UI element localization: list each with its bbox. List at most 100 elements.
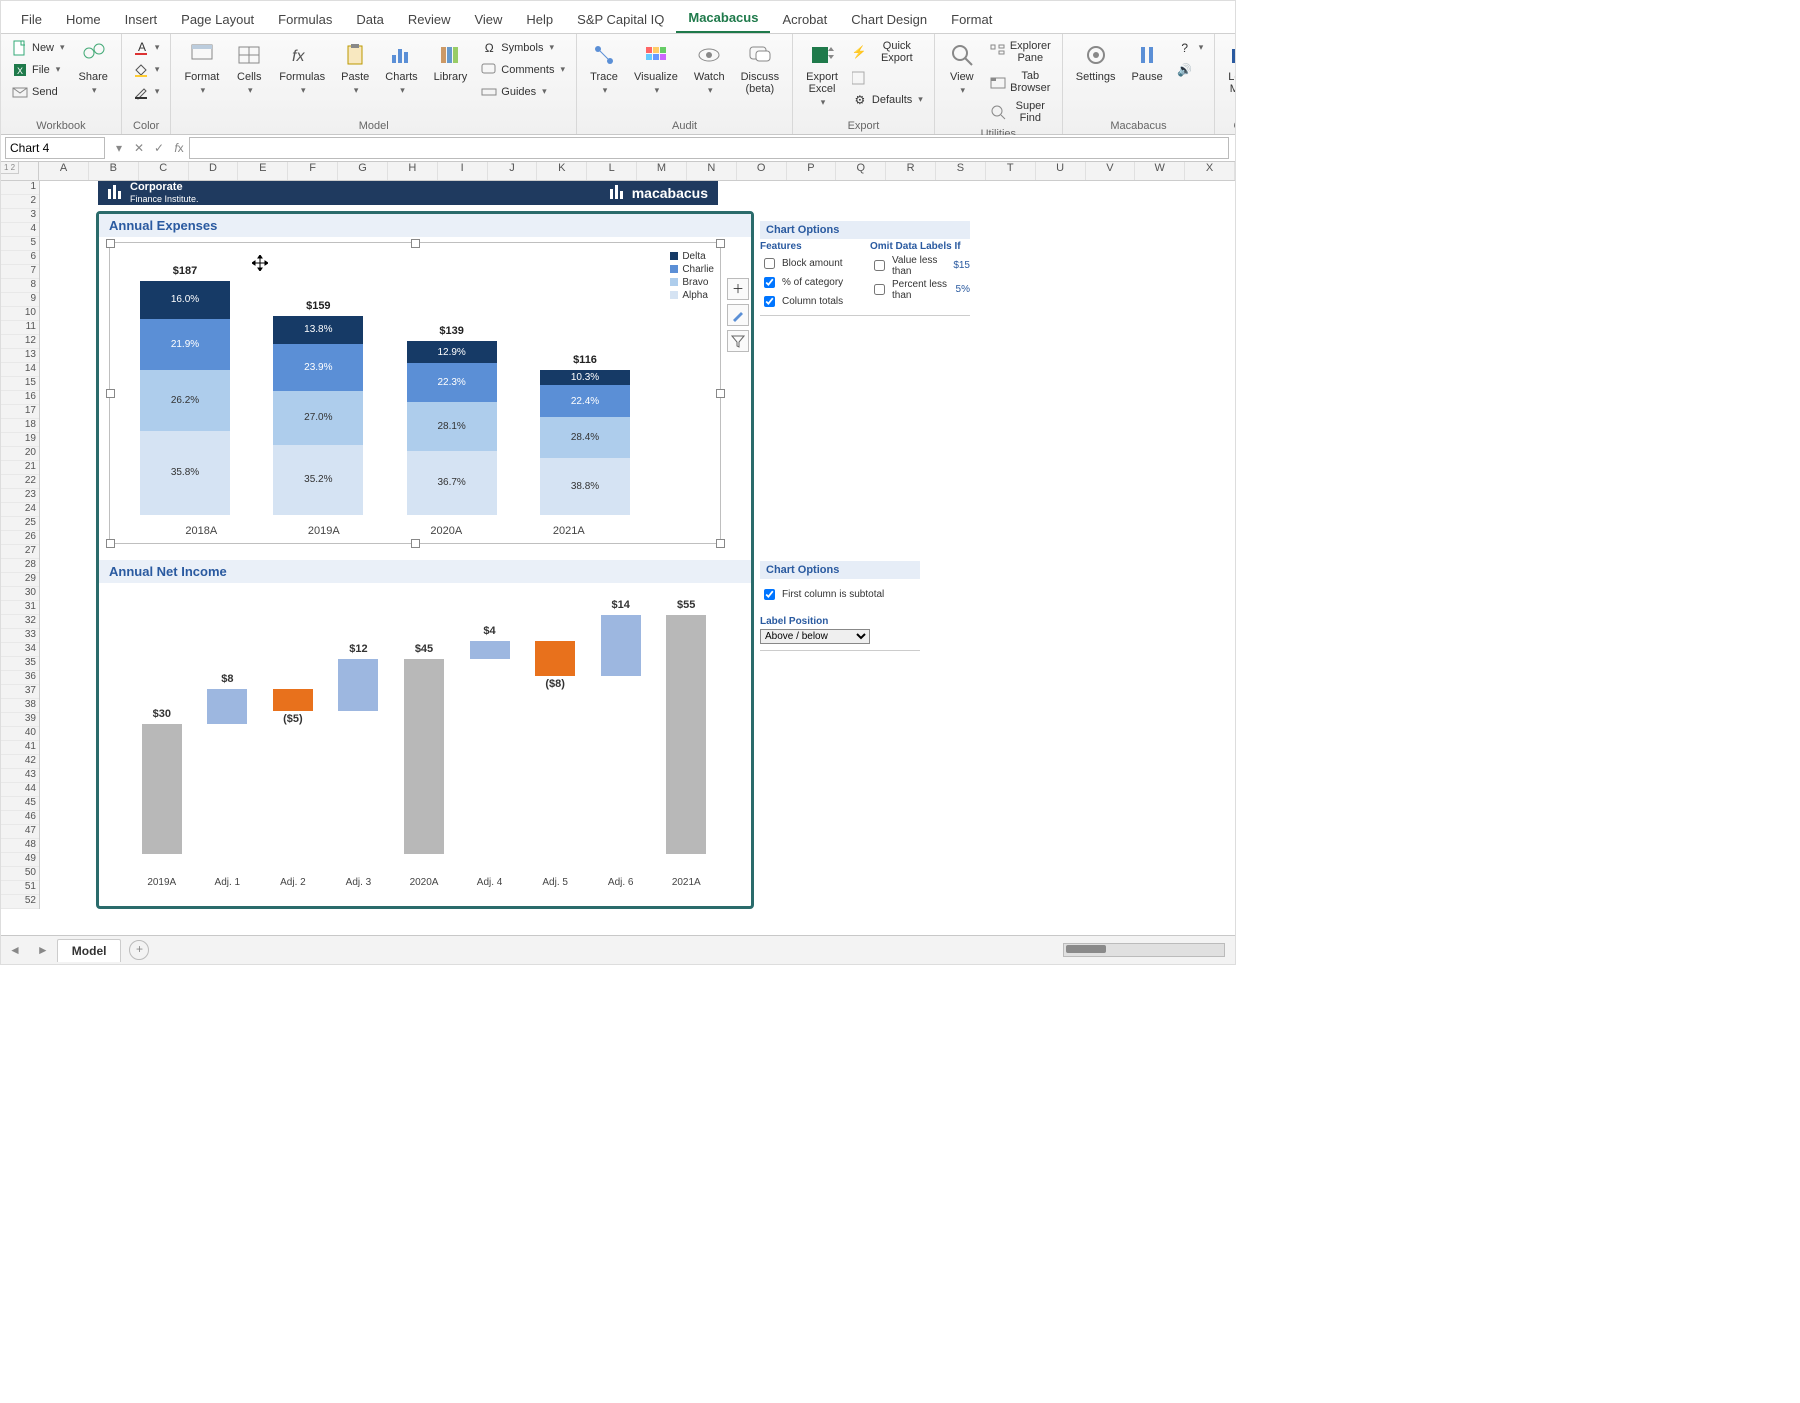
library-button[interactable]: Library xyxy=(429,38,473,86)
row-header[interactable]: 11 xyxy=(1,321,39,335)
column-headers[interactable]: ABCDEFGHIJKLMNOPQRSTUVWX xyxy=(1,162,1235,181)
col-header[interactable]: L xyxy=(587,162,637,180)
row-header[interactable]: 42 xyxy=(1,755,39,769)
row-header[interactable]: 2 xyxy=(1,195,39,209)
sheet-tab-model[interactable]: Model xyxy=(57,939,122,962)
row-header[interactable]: 45 xyxy=(1,797,39,811)
selection-handle[interactable] xyxy=(716,539,725,548)
selection-handle[interactable] xyxy=(106,539,115,548)
fill-color-button[interactable]: ▾ xyxy=(130,60,163,80)
col-header[interactable]: S xyxy=(936,162,986,180)
selection-handle[interactable] xyxy=(411,539,420,548)
row-header[interactable]: 52 xyxy=(1,895,39,909)
row-header[interactable]: 51 xyxy=(1,881,39,895)
col-header[interactable]: F xyxy=(288,162,338,180)
row-header[interactable]: 19 xyxy=(1,433,39,447)
row-header[interactable]: 38 xyxy=(1,699,39,713)
row-header[interactable]: 33 xyxy=(1,629,39,643)
row-header[interactable]: 16 xyxy=(1,391,39,405)
menu-formulas[interactable]: Formulas xyxy=(266,6,344,33)
row-header[interactable]: 23 xyxy=(1,489,39,503)
row-header[interactable]: 21 xyxy=(1,461,39,475)
row-headers[interactable]: 1234567891011121314151617181920212223242… xyxy=(1,181,40,909)
chart-filter-button[interactable] xyxy=(727,330,749,352)
menu-macabacus[interactable]: Macabacus xyxy=(676,4,770,33)
paste-button[interactable]: Paste▾ xyxy=(336,38,374,99)
super-find-button[interactable]: Super Find xyxy=(987,98,1054,126)
row-header[interactable]: 4 xyxy=(1,223,39,237)
sheet-canvas[interactable]: CorporateFinance Institute. macabacus An… xyxy=(40,181,1235,909)
menu-acrobat[interactable]: Acrobat xyxy=(770,6,839,33)
opt-value-less[interactable]: Value less than$15 xyxy=(870,254,970,278)
guides-button[interactable]: Guides▾ xyxy=(478,82,568,102)
row-header[interactable]: 3 xyxy=(1,209,39,223)
row-header[interactable]: 37 xyxy=(1,685,39,699)
settings-button[interactable]: Settings xyxy=(1071,38,1121,86)
opt-percent-less[interactable]: Percent less than5% xyxy=(870,278,970,302)
col-header[interactable]: V xyxy=(1086,162,1136,180)
row-header[interactable]: 41 xyxy=(1,741,39,755)
row-header[interactable]: 26 xyxy=(1,531,39,545)
row-header[interactable]: 9 xyxy=(1,293,39,307)
quick-export-button[interactable]: ⚡Quick Export xyxy=(849,38,926,66)
row-header[interactable]: 15 xyxy=(1,377,39,391)
format-button[interactable]: Format▾ xyxy=(179,38,224,99)
col-header[interactable]: G xyxy=(338,162,388,180)
col-header[interactable]: E xyxy=(238,162,288,180)
row-header[interactable]: 49 xyxy=(1,853,39,867)
row-header[interactable]: 10 xyxy=(1,307,39,321)
tab-browser-button[interactable]: Tab Browser xyxy=(987,68,1054,96)
col-header[interactable]: P xyxy=(787,162,837,180)
col-header[interactable]: Q xyxy=(836,162,886,180)
outline-buttons[interactable]: 1 2 xyxy=(1,162,19,174)
opt-column-totals[interactable]: Column totals xyxy=(760,292,860,311)
row-header[interactable]: 20 xyxy=(1,447,39,461)
row-header[interactable]: 34 xyxy=(1,643,39,657)
col-header[interactable]: R xyxy=(886,162,936,180)
label-position-select[interactable]: Above / below xyxy=(760,629,870,644)
visualize-button[interactable]: Visualize▾ xyxy=(629,38,683,99)
file-button[interactable]: XFile▾ xyxy=(9,60,68,80)
namebox-dropdown[interactable]: ▾ xyxy=(109,141,129,155)
menu-home[interactable]: Home xyxy=(54,6,113,33)
row-header[interactable]: 13 xyxy=(1,349,39,363)
menu-view[interactable]: View xyxy=(462,6,514,33)
comments-button[interactable]: Comments▾ xyxy=(478,60,568,80)
trace-button[interactable]: Trace▾ xyxy=(585,38,623,99)
row-header[interactable]: 48 xyxy=(1,839,39,853)
defaults-button[interactable]: ⚙Defaults▾ xyxy=(849,90,926,110)
col-header[interactable]: I xyxy=(438,162,488,180)
row-header[interactable]: 50 xyxy=(1,867,39,881)
row-header[interactable]: 25 xyxy=(1,517,39,531)
symbols-button[interactable]: ΩSymbols▾ xyxy=(478,38,568,58)
export-shapes-button[interactable] xyxy=(849,68,926,88)
opt-first-subtotal[interactable]: First column is subtotal xyxy=(760,585,920,604)
col-header[interactable]: A xyxy=(39,162,89,180)
border-color-button[interactable]: ▾ xyxy=(130,82,163,102)
selection-handle[interactable] xyxy=(106,239,115,248)
col-header[interactable]: T xyxy=(986,162,1036,180)
row-header[interactable]: 35 xyxy=(1,657,39,671)
explorer-pane-button[interactable]: Explorer Pane xyxy=(987,38,1054,66)
col-header[interactable]: H xyxy=(388,162,438,180)
tab-nav-next[interactable]: ► xyxy=(29,943,57,957)
row-header[interactable]: 5 xyxy=(1,237,39,251)
menu-data[interactable]: Data xyxy=(344,6,395,33)
formula-input[interactable] xyxy=(189,137,1229,159)
col-header[interactable]: O xyxy=(737,162,787,180)
worksheet-grid[interactable]: 1 2 ABCDEFGHIJKLMNOPQRSTUVWX 12345678910… xyxy=(1,162,1235,935)
send-button[interactable]: Send xyxy=(9,82,68,102)
row-header[interactable]: 14 xyxy=(1,363,39,377)
pause-button[interactable]: Pause xyxy=(1127,38,1168,86)
chart-annual-net-income[interactable]: $30$8($5)$12$45$4($8)$14$55 2019AAdj. 1A… xyxy=(109,584,729,894)
row-header[interactable]: 27 xyxy=(1,545,39,559)
row-header[interactable]: 12 xyxy=(1,335,39,349)
view-button[interactable]: View▾ xyxy=(943,38,981,99)
selection-handle[interactable] xyxy=(716,389,725,398)
learn-more-button[interactable]: Learn More xyxy=(1223,38,1236,98)
row-header[interactable]: 36 xyxy=(1,671,39,685)
menu-format[interactable]: Format xyxy=(939,6,1004,33)
row-header[interactable]: 18 xyxy=(1,419,39,433)
row-header[interactable]: 30 xyxy=(1,587,39,601)
row-header[interactable]: 22 xyxy=(1,475,39,489)
